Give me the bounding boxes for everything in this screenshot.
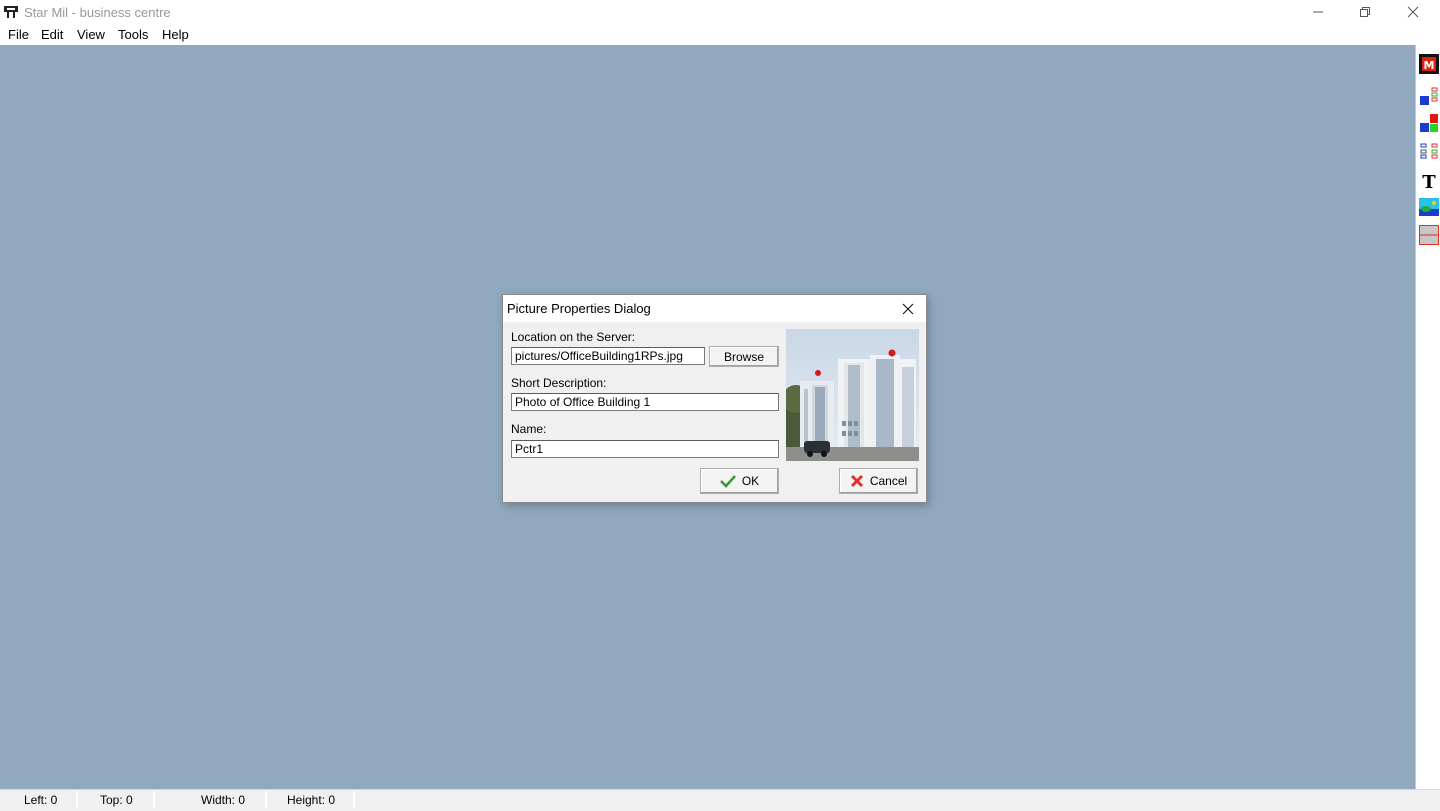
close-icon — [902, 303, 914, 315]
browse-button[interactable]: Browse — [709, 346, 779, 367]
menu-view[interactable]: View — [77, 27, 105, 42]
status-divider — [265, 791, 267, 809]
office-building-photo — [786, 329, 919, 461]
tool-palette: M T — [1415, 45, 1440, 789]
status-left: Left: 0 — [18, 790, 76, 810]
restore-icon — [1360, 7, 1370, 17]
dialog-close-button[interactable] — [895, 297, 921, 321]
grid-layout-icon[interactable] — [1418, 140, 1440, 162]
menu-bar: File Edit View Tools Help — [0, 24, 1440, 45]
title-bar: Star Mil - business centre — [0, 0, 1440, 24]
status-width: Width: 0 — [195, 790, 267, 810]
restore-button[interactable] — [1342, 0, 1388, 24]
logo-icon[interactable]: M — [1418, 53, 1440, 75]
svg-text:M: M — [1424, 59, 1435, 72]
cancel-x-icon — [850, 474, 863, 488]
location-input[interactable] — [511, 347, 705, 365]
app-logo-icon — [3, 4, 19, 20]
picture-properties-dialog: Picture Properties Dialog Location on th… — [502, 294, 927, 503]
frame-tool-icon[interactable] — [1418, 224, 1440, 246]
svg-text:T: T — [1422, 172, 1436, 192]
status-height: Height: 0 — [281, 790, 357, 810]
status-top: Top: 0 — [94, 790, 156, 810]
close-window-button[interactable] — [1390, 0, 1436, 24]
name-label: Name: — [511, 422, 547, 436]
browse-label: Browse — [723, 349, 764, 364]
menu-edit[interactable]: Edit — [41, 27, 63, 42]
description-label: Short Description: — [511, 376, 607, 390]
name-input[interactable] — [511, 440, 779, 458]
minimize-button[interactable] — [1295, 0, 1341, 24]
picture-preview — [786, 329, 919, 461]
menu-file[interactable]: File — [8, 27, 29, 42]
status-divider — [353, 791, 355, 809]
minimize-icon — [1313, 11, 1323, 13]
status-bar: Left: 0 Top: 0 Width: 0 Height: 0 — [0, 789, 1440, 811]
list-layout-icon[interactable] — [1418, 85, 1440, 107]
menu-help[interactable]: Help — [162, 27, 189, 42]
ok-button[interactable]: OK — [700, 468, 779, 494]
text-tool-icon[interactable]: T — [1418, 170, 1440, 193]
color-blocks-icon[interactable] — [1418, 112, 1440, 134]
dialog-title: Picture Properties Dialog — [507, 301, 651, 316]
status-divider — [153, 791, 155, 809]
window-title: Star Mil - business centre — [24, 5, 171, 20]
picture-tool-icon[interactable] — [1418, 196, 1440, 218]
ok-label: OK — [741, 474, 760, 488]
cancel-button[interactable]: Cancel — [839, 468, 918, 494]
checkmark-icon — [719, 475, 736, 488]
status-divider — [76, 791, 78, 809]
menu-tools[interactable]: Tools — [118, 27, 148, 42]
dialog-title-bar[interactable]: Picture Properties Dialog — [503, 295, 926, 322]
cancel-label: Cancel — [869, 474, 908, 488]
location-label: Location on the Server: — [511, 330, 636, 344]
close-icon — [1407, 6, 1419, 18]
description-input[interactable] — [511, 393, 779, 411]
